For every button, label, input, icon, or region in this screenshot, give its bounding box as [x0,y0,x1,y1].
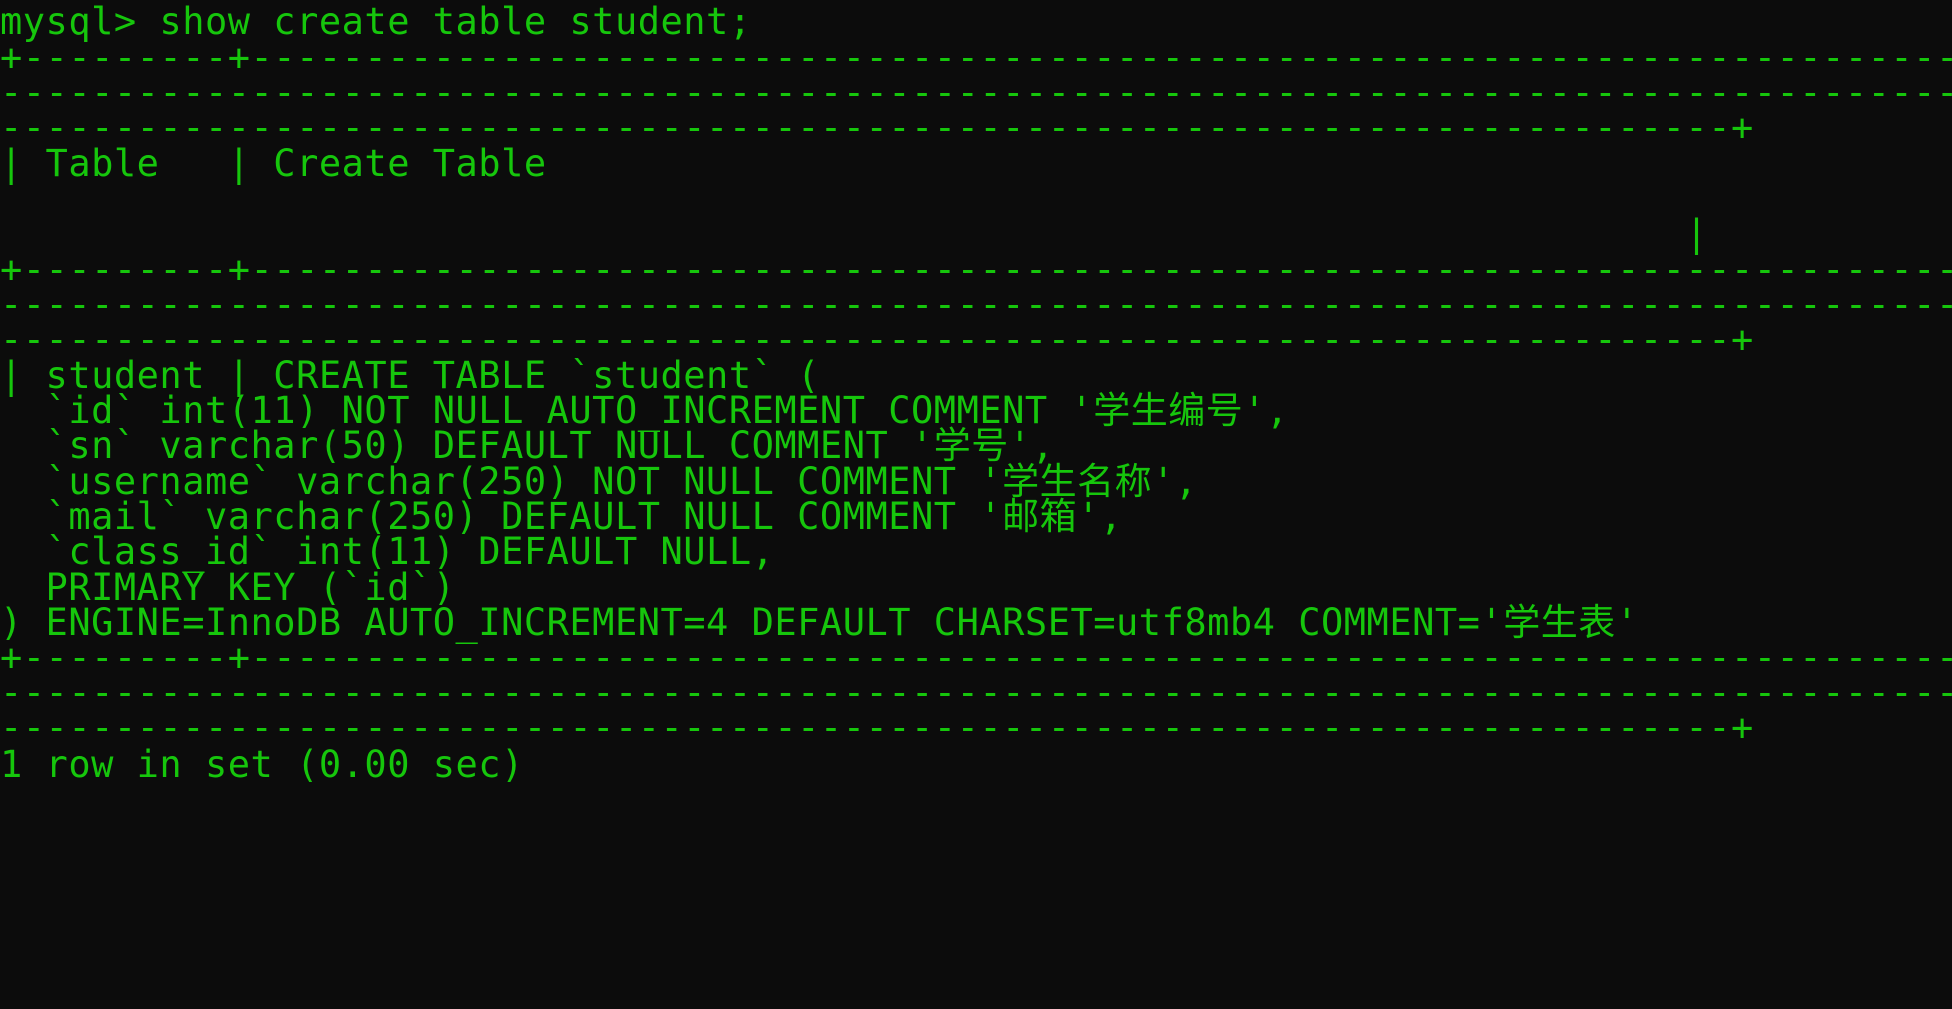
terminal-window[interactable]: mysql> show create table student; +-----… [0,0,1952,1009]
table-header-row: | Table | Create Table [0,142,547,185]
result-summary-line: 1 row in set (0.00 sec) [0,743,524,786]
